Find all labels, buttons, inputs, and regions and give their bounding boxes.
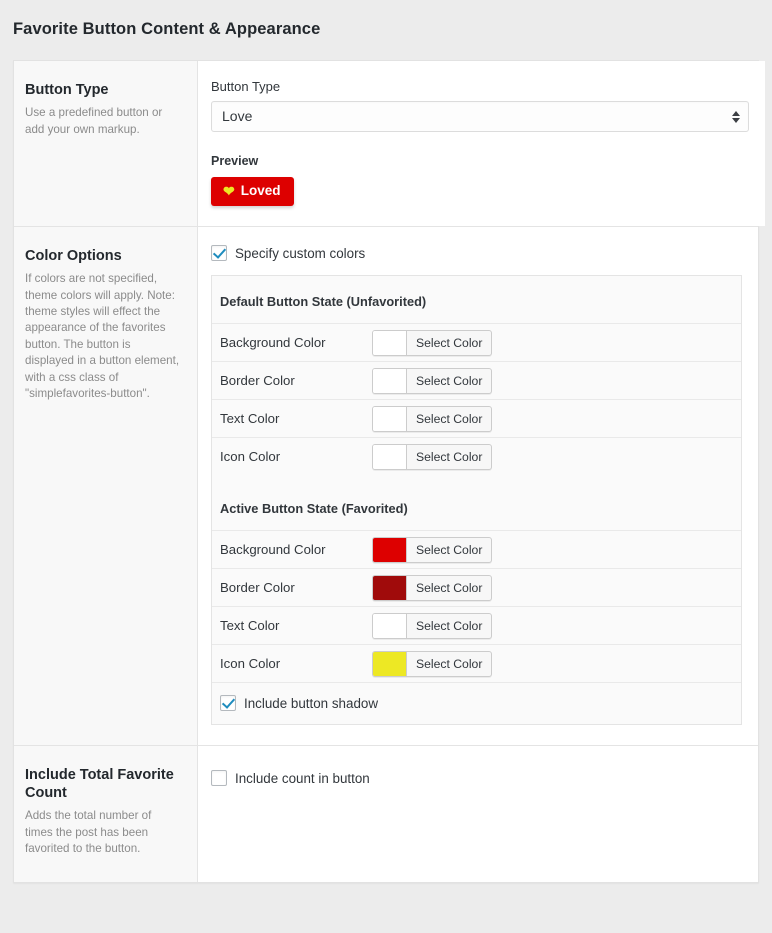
select-color-label: Select Color: [407, 445, 491, 469]
section-color-options: Color Options If colors are not specifie…: [14, 227, 758, 746]
color-row: Border Color Select Color: [212, 361, 741, 399]
button-type-select[interactable]: Love: [211, 101, 749, 132]
color-options-panel: Default Button State (Unfavorited) Backg…: [211, 275, 742, 725]
color-row-label: Text Color: [220, 618, 372, 633]
color-row: Text Color Select Color: [212, 399, 741, 437]
include-button-shadow-label: Include button shadow: [244, 696, 378, 711]
color-row: Background Color Select Color: [212, 323, 741, 361]
select-color-label: Select Color: [407, 538, 491, 562]
section-color-options-body: Specify custom colors Default Button Sta…: [198, 227, 758, 745]
color-swatch: [373, 614, 407, 638]
include-button-shadow-checkbox[interactable]: [220, 695, 236, 711]
color-row-label: Icon Color: [220, 449, 372, 464]
select-color-button[interactable]: Select Color: [372, 330, 492, 356]
section-color-options-title: Color Options: [25, 247, 181, 265]
preview-favorite-button[interactable]: ❤ Loved: [211, 177, 294, 206]
select-color-label: Select Color: [407, 369, 491, 393]
section-total-count-title: Include Total Favorite Count: [25, 766, 181, 802]
color-swatch: [373, 538, 407, 562]
section-color-options-description: If colors are not specified, theme color…: [25, 271, 181, 403]
color-swatch: [373, 576, 407, 600]
heart-icon: ❤: [223, 184, 235, 198]
select-color-button[interactable]: Select Color: [372, 406, 492, 432]
color-row-label: Text Color: [220, 411, 372, 426]
section-color-options-info: Color Options If colors are not specifie…: [14, 227, 198, 745]
select-color-button[interactable]: Select Color: [372, 575, 492, 601]
select-color-label: Select Color: [407, 614, 491, 638]
settings-card: Button Type Use a predefined button or a…: [13, 60, 759, 883]
color-row: Background Color Select Color: [212, 530, 741, 568]
default-state-heading: Default Button State (Unfavorited): [212, 276, 741, 323]
specify-custom-colors-label: Specify custom colors: [235, 246, 365, 261]
section-button-type-title: Button Type: [25, 81, 181, 99]
select-color-label: Select Color: [407, 331, 491, 355]
select-color-button[interactable]: Select Color: [372, 613, 492, 639]
color-row-label: Border Color: [220, 373, 372, 388]
active-state-rows: Background ColorSelect ColorBorder Color…: [212, 530, 741, 682]
button-type-select-value: Love: [222, 102, 252, 131]
select-color-label: Select Color: [407, 407, 491, 431]
default-state-rows: Background ColorSelect ColorBorder Color…: [212, 323, 741, 475]
include-count-label: Include count in button: [235, 771, 370, 786]
page-title: Favorite Button Content & Appearance: [13, 20, 320, 39]
select-color-button[interactable]: Select Color: [372, 444, 492, 470]
color-row: Border Color Select Color: [212, 568, 741, 606]
chevron-updown-icon: [732, 111, 740, 123]
select-color-button[interactable]: Select Color: [372, 368, 492, 394]
settings-page: Favorite Button Content & Appearance But…: [0, 0, 772, 933]
color-row: Icon Color Select Color: [212, 644, 741, 682]
section-button-type-info: Button Type Use a predefined button or a…: [14, 61, 198, 226]
color-swatch: [373, 407, 407, 431]
select-color-label: Select Color: [407, 576, 491, 600]
preview-label: Preview: [211, 154, 749, 168]
color-row-label: Icon Color: [220, 656, 372, 671]
section-button-type-description: Use a predefined button or add your own …: [25, 105, 181, 138]
color-swatch: [373, 445, 407, 469]
section-total-count-body: Include count in button: [198, 746, 758, 882]
select-color-button[interactable]: Select Color: [372, 651, 492, 677]
preview-button-label: Loved: [241, 184, 281, 198]
specify-custom-colors-checkbox[interactable]: [211, 245, 227, 261]
color-row-label: Border Color: [220, 580, 372, 595]
specify-custom-colors-row: Specify custom colors: [211, 245, 742, 261]
color-swatch: [373, 652, 407, 676]
color-row: Text Color Select Color: [212, 606, 741, 644]
color-swatch: [373, 369, 407, 393]
color-swatch: [373, 331, 407, 355]
include-count-row: Include count in button: [211, 770, 742, 786]
select-color-button[interactable]: Select Color: [372, 537, 492, 563]
active-state-heading: Active Button State (Favorited): [212, 475, 741, 530]
include-count-checkbox[interactable]: [211, 770, 227, 786]
color-row: Icon Color Select Color: [212, 437, 741, 475]
color-row-label: Background Color: [220, 542, 372, 557]
section-total-count: Include Total Favorite Count Adds the to…: [14, 746, 758, 882]
section-total-count-description: Adds the total number of times the post …: [25, 808, 181, 857]
section-button-type-body: Button Type Love Preview ❤ Loved: [198, 61, 765, 226]
button-type-field-label: Button Type: [211, 79, 749, 94]
section-total-count-info: Include Total Favorite Count Adds the to…: [14, 746, 198, 882]
select-color-label: Select Color: [407, 652, 491, 676]
include-shadow-row: Include button shadow: [212, 682, 741, 724]
color-row-label: Background Color: [220, 335, 372, 350]
section-button-type: Button Type Use a predefined button or a…: [14, 61, 758, 227]
